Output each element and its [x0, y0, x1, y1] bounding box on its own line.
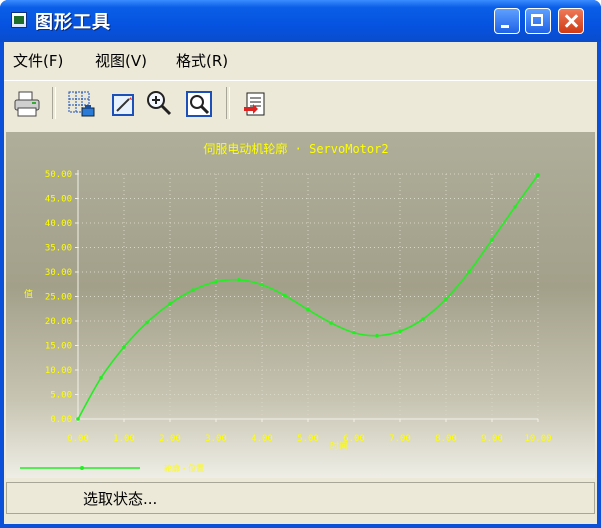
data-point: [76, 417, 80, 421]
data-point: [375, 333, 379, 338]
y-tick-label: 0.00: [50, 415, 72, 425]
data-point: [122, 345, 126, 349]
y-axis-label: 值: [24, 288, 33, 300]
printer-icon[interactable]: [12, 89, 42, 119]
grid-select-icon[interactable]: [66, 89, 96, 119]
edit-icon[interactable]: [108, 89, 138, 119]
legend-marker: [80, 466, 84, 470]
y-tick-label: 10.00: [45, 366, 72, 376]
app-window: 图形工具 文件(F) 视图(V) 格式(R) 伺服电动机轮廓 · ServoMo…: [0, 0, 601, 528]
data-point: [490, 237, 494, 242]
y-tick-label: 30.00: [45, 268, 72, 278]
x-tick-label: 5.00: [297, 434, 319, 444]
y-tick-label: 45.00: [45, 195, 72, 205]
x-tick-label: 4.00: [251, 434, 273, 444]
window-title: 图形工具: [35, 12, 111, 33]
x-tick-label: 7.00: [389, 434, 411, 444]
chart-title: 伺服电动机轮廓 · ServoMotor2: [203, 141, 388, 156]
y-tick-label: 25.00: [45, 293, 72, 303]
data-point: [283, 293, 287, 298]
status-bar: 选取状态...: [6, 482, 595, 514]
chart-legend: 轮廓 - 位置: [20, 463, 204, 473]
chart-grid: [78, 173, 539, 419]
y-tick-label: 15.00: [45, 342, 72, 352]
data-point: [352, 330, 356, 335]
y-tick-label: 40.00: [45, 219, 72, 229]
x-tick-label: 1.00: [113, 434, 135, 444]
data-point: [214, 280, 218, 284]
close-button[interactable]: [558, 8, 584, 34]
x-tick-label: 8.00: [435, 434, 457, 444]
app-icon[interactable]: [11, 12, 27, 28]
export-icon[interactable]: [240, 89, 270, 119]
data-point: [467, 270, 471, 274]
x-tick-label: 0.00: [67, 434, 89, 444]
data-point: [168, 302, 172, 306]
zoom-in-icon[interactable]: [144, 89, 174, 119]
data-point: [99, 376, 103, 380]
data-point: [237, 278, 241, 282]
legend-label: 轮廓 - 位置: [164, 463, 204, 473]
chart-area[interactable]: 伺服电动机轮廓 · ServoMotor2 值 时间 0.00 5.00 10.00…: [6, 132, 595, 478]
chart-ticks: 0.00 5.00 10.00 15.00 20.00 25.00 30.00 35.00 40…: [45, 170, 552, 444]
menu-format[interactable]: 格式(R): [176, 50, 228, 71]
data-point: [145, 320, 149, 325]
data-point: [306, 307, 310, 312]
data-point: [191, 288, 195, 292]
minimize-button[interactable]: [494, 8, 520, 34]
data-point: [444, 297, 448, 301]
toolbar: [4, 80, 597, 127]
data-point: [329, 321, 333, 325]
maximize-button[interactable]: [525, 8, 551, 34]
data-point: [536, 173, 540, 177]
y-tick-label: 50.00: [45, 170, 72, 180]
x-tick-label: 10.00: [524, 434, 551, 444]
x-tick-label: 9.00: [481, 434, 503, 444]
client-area: 文件(F) 视图(V) 格式(R) 伺服电动机轮廓 · ServoMotor2 …: [4, 42, 597, 524]
chart: 伺服电动机轮廓 · ServoMotor2 值 时间 0.005.0010.00…: [20, 141, 552, 473]
y-tick-label: 5.00: [50, 391, 72, 401]
data-point: [260, 282, 264, 287]
menu-file[interactable]: 文件(F): [13, 50, 63, 71]
title-bar[interactable]: 图形工具: [0, 0, 601, 42]
data-point: [513, 205, 517, 209]
x-tick-label: 2.00: [159, 434, 181, 444]
zoom-fit-icon[interactable]: [184, 89, 214, 119]
menu-view[interactable]: 视图(V): [95, 50, 147, 71]
x-tick-label: 6.00: [343, 434, 365, 444]
x-tick-label: 3.00: [205, 434, 227, 444]
data-point: [421, 317, 425, 321]
y-tick-label: 35.00: [45, 244, 72, 254]
toolbar-separator: [52, 87, 56, 119]
status-text: 选取状态...: [83, 490, 158, 508]
data-point: [398, 329, 402, 334]
y-tick-label: 20.00: [45, 317, 72, 327]
toolbar-separator: [226, 87, 230, 119]
menu-bar: 文件(F) 视图(V) 格式(R): [4, 42, 597, 76]
